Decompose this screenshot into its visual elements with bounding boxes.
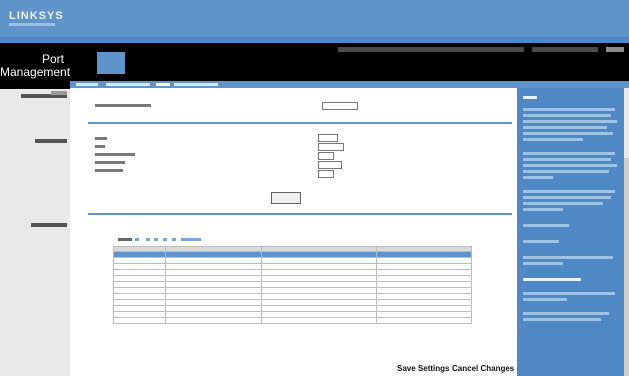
lacp-port-priority-input[interactable] bbox=[318, 152, 334, 160]
tab-qos[interactable] bbox=[210, 58, 218, 69]
help-text-line bbox=[523, 152, 615, 155]
pager-page-3[interactable] bbox=[163, 238, 167, 241]
subtab-port-mirroring[interactable] bbox=[174, 83, 218, 86]
label-lacp-timeout bbox=[95, 161, 125, 164]
left-sidebar bbox=[0, 89, 70, 376]
subtab-port-settings[interactable] bbox=[76, 83, 98, 86]
help-link-global-parameters[interactable] bbox=[523, 224, 569, 227]
tab-spanning-tree[interactable] bbox=[223, 58, 241, 69]
save-settings-button[interactable]: Save Settings bbox=[397, 364, 449, 373]
subtab-lacp[interactable] bbox=[156, 83, 170, 86]
pager-label bbox=[118, 238, 132, 241]
tab-vlan-management[interactable] bbox=[135, 58, 157, 69]
subtab-link-aggregation[interactable] bbox=[106, 83, 150, 86]
help-panel bbox=[517, 88, 624, 376]
top-bar: LINKSYS bbox=[0, 0, 629, 37]
help-text-line bbox=[523, 256, 613, 259]
logo-tagline bbox=[9, 23, 55, 26]
help-text-line bbox=[523, 108, 615, 111]
title-block: Port Management bbox=[0, 43, 70, 89]
sub-nav bbox=[70, 81, 629, 88]
help-text-line bbox=[523, 262, 563, 265]
page-title-line2: Management bbox=[0, 65, 71, 79]
help-title bbox=[523, 96, 537, 99]
tab-statistics[interactable] bbox=[166, 58, 186, 69]
pager-first[interactable] bbox=[135, 238, 139, 241]
update-button[interactable] bbox=[271, 192, 301, 204]
pager-page-2[interactable] bbox=[154, 238, 158, 241]
help-text-line bbox=[523, 312, 609, 315]
help-text-line bbox=[523, 292, 615, 295]
label-edit bbox=[95, 137, 107, 140]
lacp-system-priority-input[interactable] bbox=[322, 102, 358, 110]
linksys-logo: LINKSYS bbox=[9, 10, 64, 22]
help-text-line bbox=[523, 190, 615, 193]
help-text-line bbox=[523, 164, 617, 167]
page-title-line1: Port bbox=[41, 52, 64, 66]
label-lacp-port-priority bbox=[95, 153, 135, 156]
sidebar-label-lacp-port-table bbox=[31, 223, 67, 227]
help-text-line bbox=[523, 114, 611, 117]
actor-key-input[interactable] bbox=[318, 170, 334, 178]
pager-next[interactable] bbox=[181, 238, 201, 241]
footer-bar bbox=[70, 355, 517, 376]
help-text-line bbox=[523, 298, 567, 301]
help-text-line bbox=[523, 126, 607, 129]
tab-logout-nav[interactable] bbox=[303, 58, 315, 69]
tab-setup[interactable] bbox=[76, 58, 88, 69]
pager-page-4[interactable] bbox=[172, 238, 176, 241]
device-info-2 bbox=[532, 47, 598, 52]
help-text-line bbox=[523, 120, 617, 123]
lacp-port-table bbox=[113, 246, 472, 324]
page-title: Port Management bbox=[0, 52, 70, 79]
edit-select[interactable] bbox=[318, 134, 338, 142]
label-port bbox=[95, 145, 105, 148]
sidebar-label-small bbox=[51, 91, 67, 95]
cancel-changes-button[interactable]: Cancel Changes bbox=[452, 364, 514, 373]
tab-multicast[interactable] bbox=[251, 58, 269, 69]
table-row[interactable] bbox=[113, 317, 472, 324]
main-content bbox=[70, 88, 517, 376]
help-text-line bbox=[523, 158, 611, 161]
label-actor-key bbox=[95, 169, 123, 172]
help-text-line bbox=[523, 318, 601, 321]
port-select[interactable] bbox=[318, 143, 344, 151]
help-link-port-priority[interactable] bbox=[523, 240, 559, 243]
section-separator-1 bbox=[88, 122, 512, 124]
label-lacp-system-priority bbox=[95, 104, 151, 107]
help-text-line bbox=[523, 132, 613, 135]
lacp-timeout-select[interactable] bbox=[318, 161, 342, 169]
sidebar-label-port-priority bbox=[35, 139, 67, 143]
tab-security[interactable] bbox=[191, 58, 207, 69]
logout-link[interactable] bbox=[606, 47, 624, 52]
help-text-line bbox=[523, 170, 609, 173]
pager-page-1[interactable] bbox=[146, 238, 150, 241]
device-info bbox=[338, 47, 524, 52]
help-text-line bbox=[523, 138, 583, 141]
help-scrollbar[interactable] bbox=[624, 88, 629, 376]
help-text-line bbox=[523, 196, 611, 199]
help-text-line bbox=[523, 176, 553, 179]
help-subtitle-global-parameters bbox=[523, 278, 581, 281]
section-separator-2 bbox=[88, 213, 512, 215]
tab-snmp[interactable] bbox=[272, 58, 284, 69]
help-text-line bbox=[523, 208, 563, 211]
scrollbar-thumb[interactable] bbox=[624, 88, 629, 158]
tab-admin[interactable] bbox=[287, 58, 299, 69]
tab-port-management[interactable] bbox=[97, 52, 125, 74]
help-text-line bbox=[523, 202, 603, 205]
